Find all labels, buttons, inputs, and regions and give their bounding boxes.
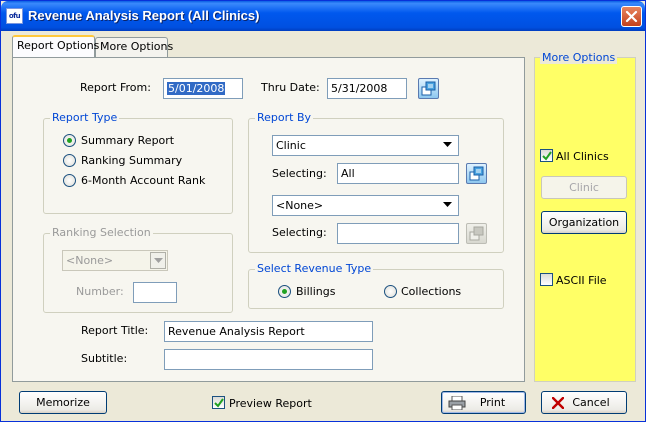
- subtitle-input[interactable]: [164, 349, 373, 370]
- report-by-select-2[interactable]: <None>: [272, 195, 459, 216]
- radio-billings[interactable]: [278, 285, 291, 298]
- radio-collections[interactable]: [384, 285, 397, 298]
- report-dialog: ofu Revenue Analysis Report (All Clinics…: [0, 0, 646, 422]
- tab-label: Report Options: [17, 39, 100, 52]
- radio-summary-report[interactable]: [63, 134, 76, 147]
- organization-button[interactable]: Organization: [541, 211, 627, 234]
- more-options-label: More Options: [540, 51, 618, 64]
- printer-icon: [448, 396, 466, 410]
- preview-report-checkbox[interactable]: [212, 396, 225, 409]
- ranking-selection-label: Ranking Selection: [50, 226, 153, 239]
- clinic-button: Clinic: [541, 176, 627, 199]
- radio-ranking-summary[interactable]: [63, 154, 76, 167]
- number-input: [133, 282, 177, 303]
- selecting-label-2: Selecting:: [272, 226, 327, 239]
- report-type-group: Report Type Summary Report Ranking Summa…: [43, 111, 233, 214]
- report-options-panel: Report From: 5/01/2008 Thru Date: 5/31/2…: [12, 57, 525, 382]
- more-options-panel: All Clinics Clinic Organization ASCII Fi…: [534, 57, 636, 382]
- report-by-select-1-value: Clinic: [276, 139, 306, 152]
- radio-six-month-rank[interactable]: [63, 174, 76, 187]
- ranking-select-dropdown: [150, 252, 166, 269]
- date-picker-button[interactable]: [418, 78, 439, 99]
- cancel-label: Cancel: [572, 396, 610, 409]
- report-title-input[interactable]: Revenue Analysis Report: [164, 321, 373, 342]
- all-clinics-checkbox[interactable]: [540, 149, 553, 162]
- picker-icon: [469, 226, 484, 241]
- calendar-picker-icon: [421, 81, 436, 96]
- checkmark-icon: [542, 151, 552, 161]
- report-from-value: 5/01/2008: [167, 82, 226, 95]
- tab-label: More Options: [100, 40, 174, 53]
- revenue-type-group: Select Revenue Type Billings Collections: [248, 262, 504, 309]
- tab-report-options[interactable]: Report Options: [12, 35, 99, 57]
- report-by-select-2-dropdown[interactable]: [440, 197, 456, 214]
- close-icon: [625, 10, 638, 23]
- ranking-selection-group: Ranking Selection <None> Number:: [43, 226, 233, 313]
- selecting-input-1[interactable]: All: [337, 163, 459, 184]
- ascii-file-label: ASCII File: [556, 274, 607, 287]
- app-icon: ofu: [6, 8, 23, 24]
- cancel-button[interactable]: Cancel: [541, 391, 627, 414]
- report-by-select-1[interactable]: Clinic: [272, 135, 459, 156]
- subtitle-label: Subtitle:: [81, 352, 128, 365]
- selecting-picker-1[interactable]: [466, 163, 487, 184]
- window-title: Revenue Analysis Report (All Clinics): [28, 8, 260, 23]
- ranking-select: <None>: [62, 250, 168, 271]
- picker-icon: [469, 166, 484, 181]
- number-label: Number:: [76, 285, 124, 298]
- cancel-x-icon: [552, 397, 564, 409]
- six-month-rank-label: 6-Month Account Rank: [81, 174, 206, 187]
- checkmark-icon: [214, 398, 224, 408]
- preview-report-label: Preview Report: [229, 397, 312, 410]
- chevron-down-icon: [443, 142, 452, 147]
- close-button[interactable]: [621, 6, 642, 27]
- tab-more-options[interactable]: More Options: [95, 37, 173, 57]
- report-by-select-2-value: <None>: [276, 199, 324, 212]
- print-label: Print: [479, 396, 506, 409]
- selecting-input-2[interactable]: [337, 223, 459, 244]
- chevron-down-icon: [154, 258, 163, 263]
- ascii-file-checkbox[interactable]: [540, 273, 553, 286]
- billings-label: Billings: [296, 285, 336, 298]
- thru-date-label: Thru Date:: [261, 81, 320, 94]
- report-from-input[interactable]: 5/01/2008: [163, 78, 243, 99]
- all-clinics-label: All Clinics: [556, 150, 609, 163]
- collections-label: Collections: [401, 285, 462, 298]
- summary-report-label: Summary Report: [81, 134, 175, 147]
- chevron-down-icon: [443, 202, 452, 207]
- ranking-summary-label: Ranking Summary: [81, 154, 183, 167]
- report-by-group: Report By Clinic Selecting: All <None> S…: [248, 111, 504, 253]
- ranking-select-value: <None>: [66, 254, 114, 267]
- selecting-picker-2: [466, 223, 487, 244]
- memorize-button[interactable]: Memorize: [19, 391, 107, 414]
- title-bar[interactable]: ofu Revenue Analysis Report (All Clinics…: [1, 1, 645, 31]
- print-button[interactable]: Print: [441, 391, 526, 414]
- revenue-type-label: Select Revenue Type: [255, 262, 374, 275]
- report-by-select-1-dropdown[interactable]: [440, 137, 456, 154]
- report-from-label: Report From:: [80, 81, 151, 94]
- report-title-label: Report Title:: [81, 324, 149, 337]
- thru-date-input[interactable]: 5/31/2008: [327, 78, 407, 99]
- selecting-label-1: Selecting:: [272, 167, 327, 180]
- report-by-label: Report By: [255, 111, 314, 124]
- report-type-label: Report Type: [50, 111, 120, 124]
